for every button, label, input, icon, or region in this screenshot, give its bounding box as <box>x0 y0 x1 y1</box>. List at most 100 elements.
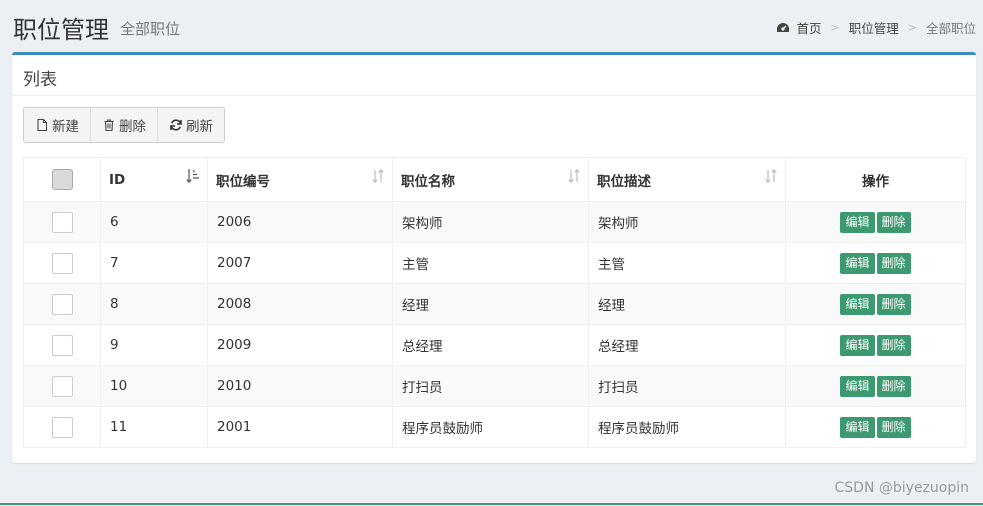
breadcrumb: 首页 > 职位管理 > 全部职位 <box>776 18 976 37</box>
header-checkbox-cell <box>23 157 101 202</box>
cell-desc: 打扫员 <box>588 365 786 407</box>
positions-table: ID 职位编号 职位名称 职位描述 操作 6 2006 架构师 架构师 编辑 删… <box>23 157 966 448</box>
breadcrumb-separator: > <box>907 21 917 34</box>
cell-id: 10 <box>100 365 208 407</box>
refresh-button[interactable]: 刷新 <box>158 108 224 142</box>
cell-id: 8 <box>100 283 208 325</box>
refresh-button-label: 刷新 <box>186 119 213 135</box>
cell-ops: 编辑 删除 <box>785 242 966 284</box>
column-header-code-label: 职位编号 <box>216 173 270 190</box>
row-checkbox-cell <box>23 406 101 448</box>
column-header-ops: 操作 <box>785 157 966 202</box>
select-all-checkbox[interactable] <box>51 169 73 190</box>
row-delete-button[interactable]: 删除 <box>876 416 911 438</box>
breadcrumb-section[interactable]: 职位管理 <box>849 18 899 37</box>
page-subtitle: 全部职位 <box>120 20 181 38</box>
watermark: CSDN @biyezuopin <box>834 480 969 496</box>
table-row: 9 2009 总经理 总经理 编辑 删除 <box>23 324 966 366</box>
row-checkbox[interactable] <box>51 293 73 315</box>
cell-desc: 程序员鼓励师 <box>588 406 786 448</box>
row-checkbox-cell <box>23 324 101 366</box>
table-header-row: ID 职位编号 职位名称 职位描述 操作 <box>23 157 966 202</box>
row-delete-button[interactable]: 删除 <box>876 252 911 274</box>
table-body: 6 2006 架构师 架构师 编辑 删除 7 2007 主管 主管 编辑 删除 8 2008 经理 经理 编辑删… <box>23 201 966 448</box>
breadcrumb-current: 全部职位 <box>925 21 976 36</box>
row-checkbox-cell <box>23 283 101 325</box>
cell-code: 2001 <box>207 406 393 448</box>
toolbar: 新建 删除 刷新 <box>23 107 225 143</box>
table-row: 8 2008 经理 经理 编辑 删除 <box>23 283 966 325</box>
list-box: 列表 新建 删除 刷新 ID 职位编号 职位名称 职位描述 操作 6 2006 … <box>12 52 976 463</box>
cell-ops: 编辑 删除 <box>785 406 966 448</box>
row-checkbox[interactable] <box>51 416 73 438</box>
table-row: 10 2010 打扫员 打扫员 编辑 删除 <box>23 365 966 407</box>
column-header-code[interactable]: 职位编号 <box>207 157 393 202</box>
cell-desc: 架构师 <box>588 201 786 243</box>
cell-id: 7 <box>100 242 208 284</box>
delete-button[interactable]: 删除 <box>91 108 158 142</box>
column-header-id-label: ID <box>109 171 126 188</box>
column-header-name-label: 职位名称 <box>401 173 455 190</box>
edit-button[interactable]: 编辑 <box>840 252 875 274</box>
row-delete-button[interactable]: 删除 <box>876 375 911 397</box>
table-row: 11 2001 程序员鼓励师 程序员鼓励师 编辑 删除 <box>23 406 966 448</box>
row-delete-button[interactable]: 删除 <box>876 211 911 233</box>
column-header-id[interactable]: ID <box>100 157 208 202</box>
table-row: 7 2007 主管 主管 编辑 删除 <box>23 242 966 284</box>
sort-icon <box>764 168 778 184</box>
cell-id: 6 <box>100 201 208 243</box>
page-header: 职位管理 全部职位 首页 > 职位管理 > 全部职位 <box>0 0 983 52</box>
delete-button-label: 删除 <box>119 119 146 135</box>
edit-button[interactable]: 编辑 <box>840 211 875 233</box>
cell-name: 打扫员 <box>392 365 589 407</box>
cell-name: 程序员鼓励师 <box>392 406 589 448</box>
row-checkbox[interactable] <box>51 252 73 274</box>
sort-amount-icon <box>186 168 200 184</box>
row-delete-button[interactable]: 删除 <box>876 334 911 356</box>
edit-button[interactable]: 编辑 <box>840 293 875 315</box>
row-checkbox[interactable] <box>51 375 73 397</box>
edit-button[interactable]: 编辑 <box>840 375 875 397</box>
new-button[interactable]: 新建 <box>24 108 91 142</box>
column-header-desc[interactable]: 职位描述 <box>588 157 786 202</box>
breadcrumb-home[interactable]: 首页 <box>797 18 822 37</box>
dashboard-icon <box>776 22 790 34</box>
file-icon <box>35 118 49 132</box>
table-row: 6 2006 架构师 架构师 编辑 删除 <box>23 201 966 243</box>
sort-icon <box>567 168 581 184</box>
bottom-accent-line <box>0 503 983 505</box>
cell-code: 2009 <box>207 324 393 366</box>
cell-ops: 编辑 删除 <box>785 201 966 243</box>
cell-desc: 主管 <box>588 242 786 284</box>
row-checkbox-cell <box>23 365 101 407</box>
column-header-name[interactable]: 职位名称 <box>392 157 589 202</box>
cell-id: 11 <box>100 406 208 448</box>
refresh-icon <box>169 118 183 132</box>
cell-desc: 总经理 <box>588 324 786 366</box>
cell-name: 架构师 <box>392 201 589 243</box>
row-checkbox[interactable] <box>51 211 73 233</box>
row-checkbox-cell <box>23 201 101 243</box>
cell-ops: 编辑 删除 <box>785 283 966 325</box>
column-header-desc-label: 职位描述 <box>597 173 651 190</box>
cell-code: 2007 <box>207 242 393 284</box>
sort-icon <box>371 168 385 184</box>
row-delete-button[interactable]: 删除 <box>876 293 911 315</box>
new-button-label: 新建 <box>52 119 79 135</box>
cell-desc: 经理 <box>588 283 786 325</box>
edit-button[interactable]: 编辑 <box>840 416 875 438</box>
breadcrumb-separator: > <box>830 21 840 34</box>
cell-code: 2010 <box>207 365 393 407</box>
cell-ops: 编辑 删除 <box>785 324 966 366</box>
row-checkbox[interactable] <box>51 334 73 356</box>
page-title: 职位管理 <box>13 16 109 44</box>
cell-id: 9 <box>100 324 208 366</box>
box-divider <box>12 95 976 96</box>
cell-code: 2006 <box>207 201 393 243</box>
cell-code: 2008 <box>207 283 393 325</box>
edit-button[interactable]: 编辑 <box>840 334 875 356</box>
cell-ops: 编辑 删除 <box>785 365 966 407</box>
box-title: 列表 <box>23 70 57 90</box>
trash-icon <box>102 118 116 132</box>
cell-name: 经理 <box>392 283 589 325</box>
